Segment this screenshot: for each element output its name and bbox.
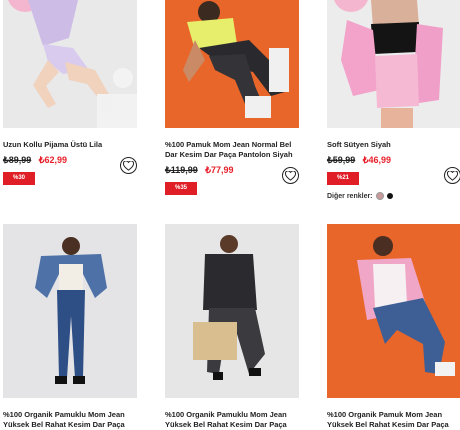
favorite-button[interactable] <box>282 167 299 184</box>
product-title[interactable]: Soft Sütyen Siyah <box>327 140 460 150</box>
sale-price: ₺62,99 <box>38 155 68 165</box>
product-title[interactable]: %100 Organik Pamuklu Mom Jean Yüksek Bel… <box>165 410 299 430</box>
product-title[interactable]: %100 Organik Pamuk Mom Jean Yüksek Bel R… <box>327 410 460 430</box>
product-image[interactable] <box>3 0 137 128</box>
favorite-button[interactable] <box>120 157 137 174</box>
heart-icon <box>447 170 458 181</box>
product-card[interactable]: %100 Organik Pamuklu Mom Jean Yüksek Bel… <box>165 224 299 430</box>
product-card[interactable]: %100 Pamuk Mom Jean Normal Bel Dar Kesim… <box>165 0 299 195</box>
product-card[interactable]: Uzun Kollu Pijama Üstü Lila ₺89,99 ₺62,9… <box>3 0 137 185</box>
product-card[interactable]: Soft Sütyen Siyah ₺59,99 ₺46,99 %21 Diğe… <box>327 0 460 200</box>
product-card[interactable]: %100 Organik Pamuk Mom Jean Yüksek Bel R… <box>327 224 460 430</box>
product-image[interactable] <box>3 224 137 398</box>
other-colors: Diğer renkler: <box>327 192 460 200</box>
discount-badge: %35 <box>165 182 198 195</box>
product-title[interactable]: %100 Pamuk Mom Jean Normal Bel Dar Kesim… <box>165 140 299 160</box>
product-image[interactable] <box>327 224 460 398</box>
product-card[interactable]: %100 Organik Pamuklu Mom Jean Yüksek Bel… <box>3 224 137 430</box>
old-price: ₺59,99 <box>327 155 356 165</box>
product-title[interactable]: Uzun Kollu Pijama Üstü Lila <box>3 140 137 150</box>
old-price: ₺89,99 <box>3 155 32 165</box>
color-swatch-black[interactable] <box>386 193 393 199</box>
old-price: ₺119,99 <box>165 165 198 175</box>
other-colors-label: Diğer renkler: <box>327 192 373 200</box>
sale-price: ₺46,99 <box>362 155 392 165</box>
product-image[interactable] <box>165 0 299 128</box>
discount-badge: %21 <box>327 172 360 185</box>
discount-badge: %30 <box>3 172 36 185</box>
product-title[interactable]: %100 Organik Pamuklu Mom Jean Yüksek Bel… <box>3 410 137 430</box>
heart-icon <box>123 160 134 171</box>
sale-price: ₺77,99 <box>205 165 234 175</box>
product-image[interactable] <box>165 224 299 398</box>
heart-icon <box>285 170 296 181</box>
product-image[interactable] <box>327 0 460 128</box>
color-swatch-pink[interactable] <box>375 192 384 200</box>
favorite-button[interactable] <box>444 167 460 184</box>
